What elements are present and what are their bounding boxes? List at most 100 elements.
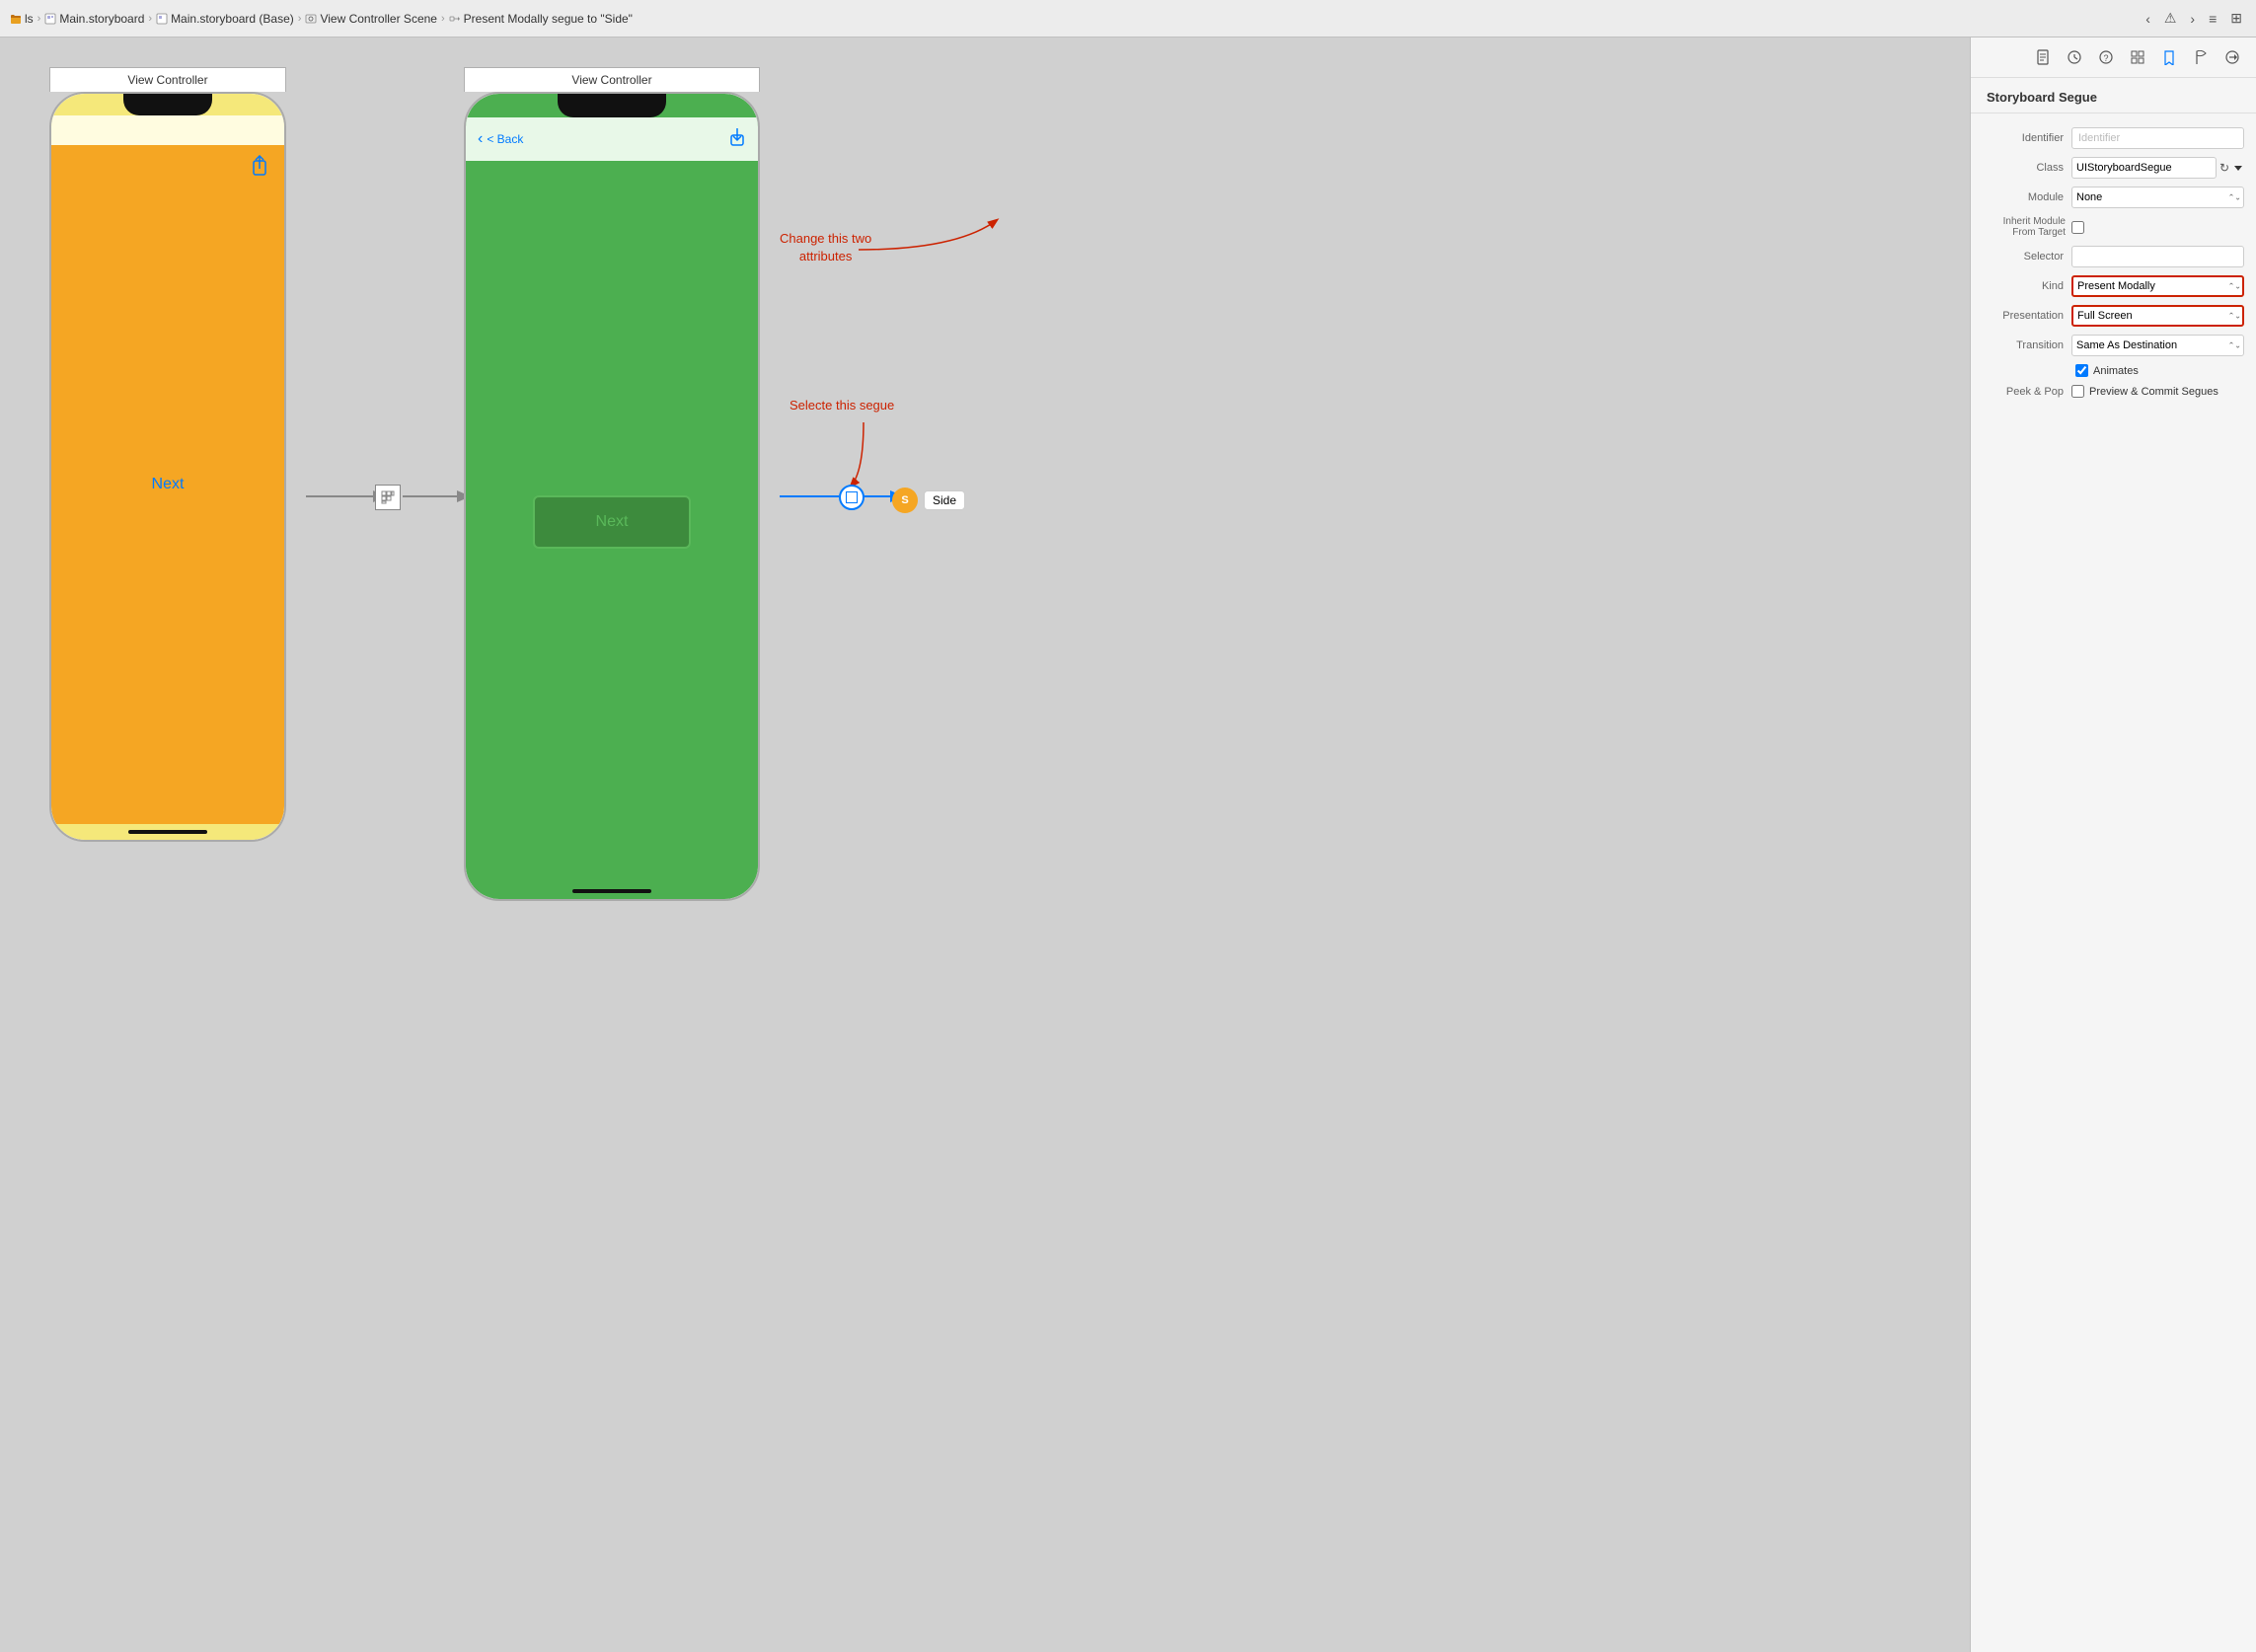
toolbar-actions: ‹ ⚠ › ≡ ⊞ (2142, 8, 2246, 29)
vc2-next-btn[interactable]: Next (533, 495, 691, 549)
vc2-title: View Controller (464, 67, 760, 92)
inherit-label: Inherit Module From Target (1983, 216, 2071, 238)
panel-bookmark-btn[interactable] (2155, 43, 2183, 71)
breadcrumb-item-0[interactable]: ls (10, 12, 34, 26)
presentation-row: Presentation Full Screen Page Sheet Form… (1971, 301, 2256, 331)
annotation-change-attributes: Change this two attributes (780, 230, 871, 265)
grid-icon (381, 490, 395, 504)
vc2-navbar: ‹ < Back (466, 117, 758, 161)
vc1-notch (123, 94, 212, 115)
identifier-input[interactable] (2071, 127, 2244, 149)
vc1-title: View Controller (49, 67, 286, 92)
panel-grid-btn[interactable] (2124, 43, 2151, 71)
kind-label: Kind (1983, 280, 2071, 292)
animates-label: Animates (2093, 365, 2139, 377)
back-btn[interactable]: ‹ < Back (478, 130, 523, 148)
segue-source-connector[interactable] (375, 485, 401, 510)
kind-row: Kind Show Show Detail Present Modally Pr… (1971, 271, 2256, 301)
vc1-inner: Next (51, 94, 284, 840)
breadcrumb-item-4[interactable]: Present Modally segue to "Side" (449, 12, 633, 26)
nav-forward-btn[interactable]: › (2186, 9, 2199, 29)
folder-icon (10, 13, 22, 25)
vc2-body: Next (466, 161, 758, 883)
segue-inner-square (846, 491, 858, 503)
segue-icon (449, 13, 461, 25)
vc2-home-bar (572, 889, 651, 893)
breadcrumb-item-1[interactable]: Main.storyboard (44, 12, 144, 26)
panel-flag-btn[interactable] (2187, 43, 2215, 71)
inherit-module-row: Inherit Module From Target (1971, 212, 2256, 242)
download-icon[interactable] (728, 127, 746, 152)
right-panel-icon-bar: ? (1971, 38, 2256, 77)
selector-label: Selector (1983, 251, 2071, 263)
peek-text: Preview & Commit Segues (2089, 386, 2218, 398)
animates-checkbox[interactable] (2075, 364, 2088, 377)
peek-label: Peek & Pop (1983, 386, 2071, 398)
nav-warning-btn[interactable]: ⚠ (2160, 8, 2181, 29)
peek-checkbox[interactable] (2071, 385, 2084, 398)
svg-text:?: ? (2103, 53, 2108, 63)
panel-title: Storyboard Segue (1971, 78, 2256, 113)
vc1-body: Next (51, 145, 284, 824)
transition-row: Transition Same As Destination Cover Ver… (1971, 331, 2256, 360)
module-select[interactable]: None (2071, 187, 2244, 208)
panel-arrow-btn[interactable] (2218, 43, 2246, 71)
breadcrumb-item-3[interactable]: View Controller Scene (305, 12, 437, 26)
kind-select-wrapper: Show Show Detail Present Modally Present… (2071, 275, 2244, 297)
class-label: Class (1983, 162, 2071, 174)
annotation-select-segue: Selecte this segue (790, 398, 894, 413)
canvas-svg (0, 38, 1970, 1652)
identifier-row: Identifier (1971, 123, 2256, 153)
breadcrumb-sep-3: › (441, 13, 445, 25)
storyboard-icon (44, 13, 56, 25)
share-icon[interactable] (251, 155, 268, 182)
vc2-inner: ‹ < Back Next (466, 94, 758, 899)
module-select-wrapper: None ⌃⌄ (2071, 187, 2244, 208)
vc1-wrapper: View Controller Next (49, 67, 286, 842)
vc1-phone: Next (49, 92, 286, 842)
nav-back-btn[interactable]: ‹ (2142, 9, 2154, 29)
vc1-home-bar (128, 830, 207, 834)
side-destination: S Side (892, 488, 965, 513)
vc2-phone: ‹ < Back Next (464, 92, 760, 901)
peek-pop-row: Peek & Pop Preview & Commit Segues (1971, 381, 2256, 402)
animates-row: Animates (1971, 360, 2256, 381)
vc1-next-label: Next (152, 476, 185, 493)
transition-label: Transition (1983, 339, 2071, 351)
nav-grid-btn[interactable]: ⊞ (2226, 8, 2246, 29)
toolbar: ls › Main.storyboard › Main.storyboard (… (0, 0, 2256, 38)
panel-file-btn[interactable] (2029, 43, 2057, 71)
identifier-label: Identifier (1983, 132, 2071, 144)
transition-select[interactable]: Same As Destination Cover Vertical Flip … (2071, 335, 2244, 356)
panel-help-btn[interactable]: ? (2092, 43, 2120, 71)
segue-circle-connector[interactable] (839, 485, 865, 510)
breadcrumb: ls › Main.storyboard › Main.storyboard (… (10, 12, 2136, 26)
canvas-area[interactable]: View Controller Next (0, 38, 1970, 1652)
presentation-select[interactable]: Full Screen Page Sheet Form Sheet Curren… (2071, 305, 2244, 327)
kind-select[interactable]: Show Show Detail Present Modally Present… (2071, 275, 2244, 297)
breadcrumb-sep-1: › (148, 13, 152, 25)
storyboard-base-icon (156, 13, 168, 25)
refresh-icon[interactable]: ↻ (2219, 161, 2229, 175)
panel-content: Identifier Class UIStoryboardSegue ↻ (1971, 113, 2256, 1652)
class-row: Class UIStoryboardSegue ↻ (1971, 153, 2256, 183)
module-row: Module None ⌃⌄ (1971, 183, 2256, 212)
side-label: Side (924, 490, 965, 510)
vc2-notch (558, 94, 666, 117)
nav-list-btn[interactable]: ≡ (2205, 9, 2220, 29)
panel-clock-btn[interactable] (2061, 43, 2088, 71)
main-layout: View Controller Next (0, 38, 2256, 1652)
breadcrumb-item-2[interactable]: Main.storyboard (Base) (156, 12, 294, 26)
vc1-topbar (51, 115, 284, 145)
inherit-checkbox[interactable] (2071, 221, 2084, 234)
breadcrumb-sep-0: › (38, 13, 41, 25)
class-select[interactable]: UIStoryboardSegue (2071, 157, 2217, 179)
vc2-wrapper: View Controller ‹ < Back (464, 67, 760, 901)
class-field-wrapper: UIStoryboardSegue ↻ (2071, 157, 2244, 179)
vc-scene-icon (305, 13, 317, 25)
module-label: Module (1983, 191, 2071, 203)
selector-input[interactable] (2071, 246, 2244, 267)
class-arrow-down-icon (2232, 162, 2244, 174)
side-icon: S (892, 488, 918, 513)
transition-select-wrapper: Same As Destination Cover Vertical Flip … (2071, 335, 2244, 356)
